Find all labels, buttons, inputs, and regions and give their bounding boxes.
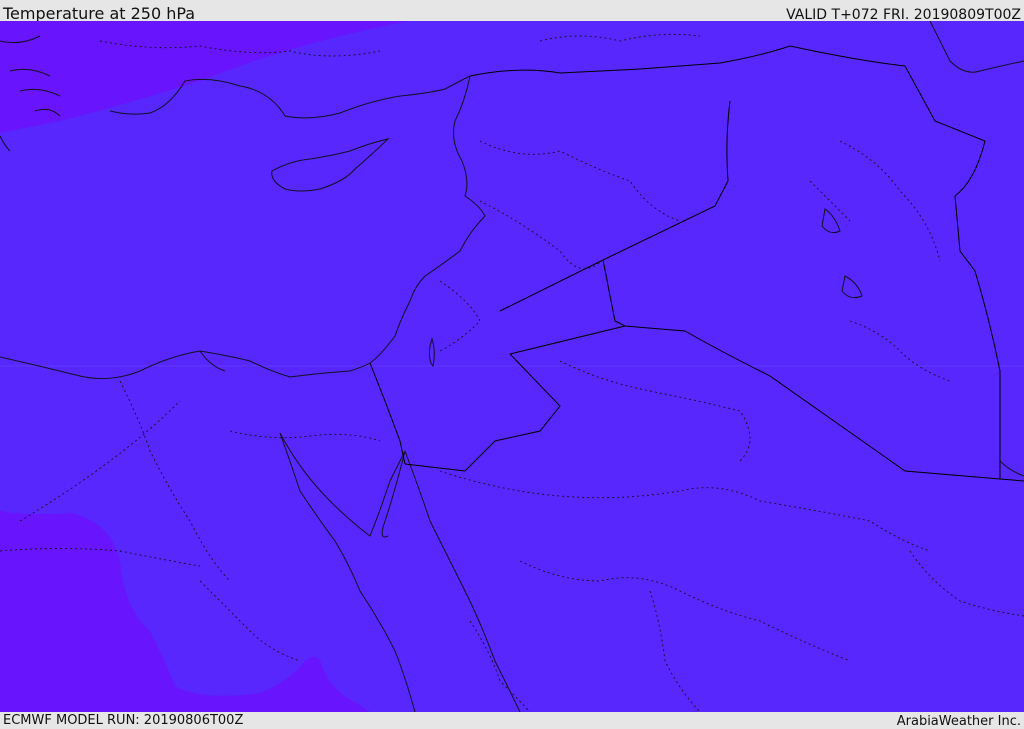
header-bar: Temperature at 250 hPa VALID T+072 FRI. …	[0, 0, 1024, 23]
brand-label: ArabiaWeather Inc.	[896, 714, 1021, 729]
map-canvas	[0, 21, 1024, 712]
map-area[interactable]	[0, 21, 1024, 712]
footer-bar: ECMWF MODEL RUN: 20190806T00Z ArabiaWeat…	[0, 712, 1024, 729]
forecast-map-page: Temperature at 250 hPa VALID T+072 FRI. …	[0, 0, 1024, 729]
model-run-label: ECMWF MODEL RUN: 20190806T00Z	[3, 713, 244, 728]
